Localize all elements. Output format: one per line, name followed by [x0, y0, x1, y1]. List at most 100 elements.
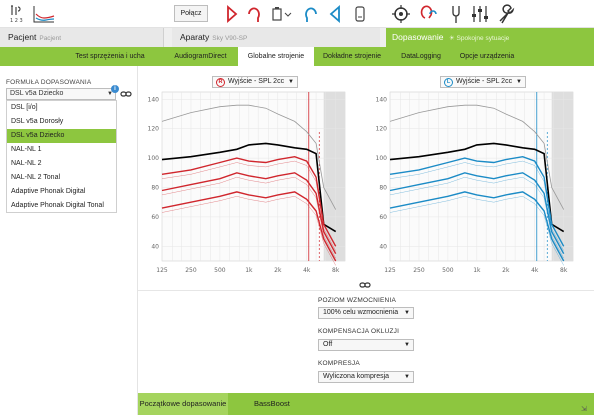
formula-option-selected[interactable]: DSL v5a Dziecko [7, 129, 116, 143]
audiogram-settings-icon[interactable]: 1 2 3 [8, 4, 32, 24]
compression-value: Wyliczona kompresja [323, 373, 390, 380]
formula-option[interactable]: NAL-NL 2 Tonal [7, 171, 116, 185]
nav-devices-label: Aparaty [180, 32, 210, 42]
high-frequency-shade [551, 92, 573, 261]
left-output-label: Wyjście - SPL 2cc [456, 78, 513, 85]
nav-fitting[interactable]: Dopasowanie ☀ Spokojne sytuacje [386, 28, 594, 47]
y-tick-label: 40 [151, 243, 159, 250]
formula-option[interactable]: NAL-NL 2 [7, 157, 116, 171]
compression-label: KOMPRESJA [318, 360, 360, 367]
red-hearing-aid-icon[interactable] [225, 4, 239, 24]
divider [138, 290, 594, 291]
remote-icon[interactable] [354, 4, 366, 24]
fitting-tabs: Test sprzężenia i ucha rzeczywistego Aud… [0, 47, 594, 79]
y-tick-label: 120 [376, 126, 388, 133]
left-output-select[interactable]: L Wyjście - SPL 2cc ▼ [440, 76, 526, 88]
tab-device-options[interactable]: Opcje urządzenia [452, 47, 522, 66]
x-tick-label: 125 [384, 267, 396, 274]
target-icon[interactable] [392, 4, 410, 24]
y-tick-label: 140 [376, 96, 388, 103]
tab-global-tuning[interactable]: Globalne strojenie [238, 47, 314, 66]
nav-fitting-sub-text: Spokojne sytuacje [456, 35, 510, 42]
nav-devices[interactable]: Aparaty Sky V90-SP [172, 28, 380, 47]
formula-select-value: DSL v5a Dziecko [10, 90, 64, 97]
gain-level-value: 100% celu wzmocnienia [323, 309, 399, 316]
right-output-select[interactable]: R Wyjście - SPL 2cc ▼ [212, 76, 298, 88]
formula-dropdown-list: DSL [i/o] DSL v5a Dorosły DSL v5a Dzieck… [6, 100, 117, 213]
red-earpiece-icon[interactable] [246, 4, 260, 24]
connect-button[interactable]: Połącz [174, 5, 208, 22]
x-tick-label: 250 [413, 267, 425, 274]
tab-feedback-test[interactable]: Test sprzężenia i ucha rzeczywistego [58, 47, 162, 79]
formula-option[interactable]: DSL [i/o] [7, 101, 116, 115]
y-tick-label: 100 [148, 155, 160, 162]
x-tick-label: 8k [560, 267, 568, 274]
bottom-bar: Początkowe dopasowanie BassBoost [138, 393, 594, 415]
link-icon[interactable] [120, 89, 132, 99]
x-tick-label: 500 [442, 267, 454, 274]
y-tick-label: 100 [376, 155, 388, 162]
y-tick-label: 60 [151, 214, 159, 221]
formula-option[interactable]: Adaptive Phonak Digital [7, 185, 116, 199]
audiogram-chart-icon[interactable] [32, 4, 56, 24]
x-tick-label: 2k [274, 267, 282, 274]
chevron-down-icon: ▼ [404, 342, 410, 348]
x-tick-label: 125 [156, 267, 168, 274]
y-tick-label: 80 [379, 185, 387, 192]
toolbar: 1 2 3 Połącz [0, 0, 594, 28]
gain-level-select[interactable]: 100% celu wzmocnienia ▼ [318, 307, 414, 319]
nav-fitting-sub: ☀ Spokojne sytuacje [448, 35, 510, 42]
tab-fine-tuning[interactable]: Dokładne strojenie [314, 47, 390, 66]
tab-initial-fitting[interactable]: Początkowe dopasowanie [138, 393, 228, 415]
gain-level-label: POZIOM WZMOCNIENIA [318, 297, 396, 304]
resize-grip-icon[interactable]: ⇲ [581, 405, 591, 413]
right-ear-gain-chart: 140 120 100 80 60 40 125 250 500 1k 2k 4k 8k [148, 91, 346, 274]
formula-option[interactable]: NAL-NL 1 [7, 143, 116, 157]
main-navigation: Pacjent Pacjent Aparaty Sky V90-SP Dopasow… [0, 28, 594, 47]
x-tick-label: 4k [531, 267, 539, 274]
right-output-label: Wyjście - SPL 2cc [228, 78, 285, 85]
chevron-down-icon: ▼ [404, 310, 410, 316]
nav-patient-sub: Pacjent [39, 35, 62, 42]
formula-option[interactable]: DSL v5a Dorosły [7, 115, 116, 129]
tab-datalogging[interactable]: DataLogging [390, 47, 452, 66]
battery-dropdown-icon[interactable] [271, 4, 295, 24]
y-tick-label: 60 [379, 214, 387, 221]
chevron-down-icon: ▼ [288, 79, 294, 85]
nav-fitting-label: Dopasowanie [392, 32, 444, 42]
left-ear-badge: L [444, 78, 453, 87]
high-frequency-shade [323, 92, 345, 261]
formula-label: FORMUŁA DOPASOWANIA [6, 79, 92, 86]
compression-select[interactable]: Wyliczona kompresja ▼ [318, 371, 414, 383]
blue-earpiece-icon[interactable] [305, 4, 319, 24]
x-tick-label: 1k [473, 267, 481, 274]
nav-patient[interactable]: Pacjent Pacjent [0, 28, 164, 47]
toolbar-badge-digits: 1 2 3 [10, 18, 23, 24]
chevron-down-icon: ▼ [404, 374, 410, 380]
right-ear-badge: R [216, 78, 225, 87]
chevron-down-icon: ▼ [516, 79, 522, 85]
left-ear-gain-chart: 140 120 100 80 60 40 125 250 500 1k 2k 4k 8k [376, 91, 574, 274]
x-tick-label: 8k [332, 267, 340, 274]
nav-patient-label: Pacjent [8, 32, 37, 42]
ear-probe-icon[interactable] [418, 4, 440, 24]
formula-option[interactable]: Adaptive Phonak Digital Tonal [7, 199, 116, 213]
blue-hearing-aid-icon[interactable] [328, 4, 342, 24]
x-tick-label: 2k [502, 267, 510, 274]
formula-select[interactable]: DSL v5a Dziecko ▼ [6, 88, 116, 100]
tab-bassboost[interactable]: BassBoost [254, 393, 290, 415]
y-tick-label: 140 [148, 96, 160, 103]
x-tick-label: 250 [185, 267, 197, 274]
tab-audiogram-direct[interactable]: AudiogramDirect [163, 47, 238, 66]
info-icon[interactable]: i [111, 85, 119, 93]
occlusion-label: KOMPENSACJA OKLUZJI [318, 328, 400, 335]
tuning-fork-icon[interactable] [450, 4, 462, 24]
x-tick-label: 4k [303, 267, 311, 274]
occlusion-select[interactable]: Off ▼ [318, 339, 414, 351]
y-tick-label: 120 [148, 126, 160, 133]
equalizer-icon[interactable] [471, 4, 489, 24]
wrench-icon[interactable] [497, 4, 515, 24]
y-tick-label: 40 [379, 243, 387, 250]
link-sides-icon[interactable] [359, 280, 371, 290]
y-tick-label: 80 [151, 185, 159, 192]
